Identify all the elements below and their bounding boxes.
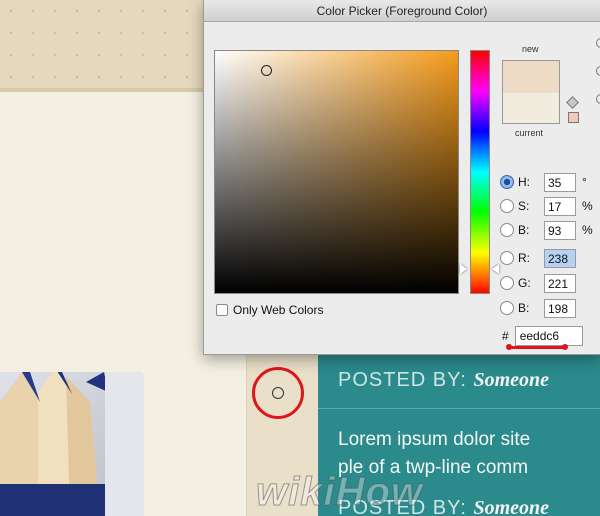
saturation-label: S: [518,199,530,213]
hue-slider-right-arrow-icon[interactable] [492,264,499,274]
brightness-label: B: [518,223,530,237]
brightness-row: B: 93 % [500,220,593,240]
color-field-cursor[interactable] [261,65,272,76]
hue-field[interactable]: 35 [544,172,576,192]
brightness-unit: % [582,223,593,237]
pencils-photo [0,372,144,516]
red-label: R: [518,251,530,265]
web-safe-color-swatch[interactable] [568,112,579,123]
posted-by-name[interactable]: Someone [474,369,550,391]
green-radio[interactable] [500,276,514,290]
only-web-colors-checkbox[interactable] [216,304,228,316]
green-field[interactable]: 221 [544,273,576,293]
new-color-label: new [522,44,539,54]
edge-radio-icon [596,38,600,48]
posted-by-label: POSTED BY: [338,369,467,391]
watermark: wikiHow [255,470,424,515]
green-label: G: [518,276,531,290]
saturation-field[interactable]: 17 [544,196,576,216]
saturation-row: S: 17 % [500,196,593,216]
eyedropper-cursor-icon [272,387,284,399]
dialog-title[interactable]: Color Picker (Foreground Color) [204,0,600,22]
color-comparison-swatch [502,60,560,124]
only-web-colors-option[interactable]: Only Web Colors [216,303,323,317]
hex-highlight-underline [506,344,568,350]
hex-row: # eeddc6 [502,326,583,346]
hue-slider-left-arrow-icon[interactable] [460,264,467,274]
blue-label: B: [518,301,530,315]
comment-text-line-1: Lorem ipsum dolor site [338,429,531,450]
hue-row: H: 35 ° [500,172,587,192]
blue-radio[interactable] [500,301,514,315]
edge-radio-icon [596,66,600,76]
out-of-web-gamut-cube-icon[interactable] [566,96,579,109]
edge-radio-icon [596,94,600,104]
hue-unit: ° [582,175,587,189]
blue-field[interactable]: 198 [544,298,576,318]
red-row: R: 238 [500,248,576,268]
new-color-swatch [503,61,559,93]
red-field[interactable]: 238 [544,248,576,268]
blue-row: B: 198 [500,298,576,318]
brightness-radio[interactable] [500,223,514,237]
hue-radio[interactable] [500,175,514,189]
saturation-brightness-field[interactable] [214,50,459,294]
red-radio[interactable] [500,251,514,265]
green-row: G: 221 [500,273,576,293]
hue-slider[interactable] [470,50,490,294]
posted-by-name-2[interactable]: Someone [474,497,550,516]
hex-field[interactable]: eeddc6 [514,326,583,346]
highlight-circle [252,367,304,419]
brightness-field[interactable]: 93 [544,220,576,240]
panel-divider [318,408,600,409]
hue-label: H: [518,175,530,189]
saturation-unit: % [582,199,593,213]
color-picker-dialog: Color Picker (Foreground Color) Only Web… [203,0,600,355]
hex-prefix: # [502,329,509,343]
current-color-label: current [515,128,544,138]
saturation-radio[interactable] [500,199,514,213]
current-color-swatch[interactable] [503,93,559,123]
posted-by-line: POSTED BY: Someone [338,369,549,392]
only-web-colors-label: Only Web Colors [233,303,324,317]
